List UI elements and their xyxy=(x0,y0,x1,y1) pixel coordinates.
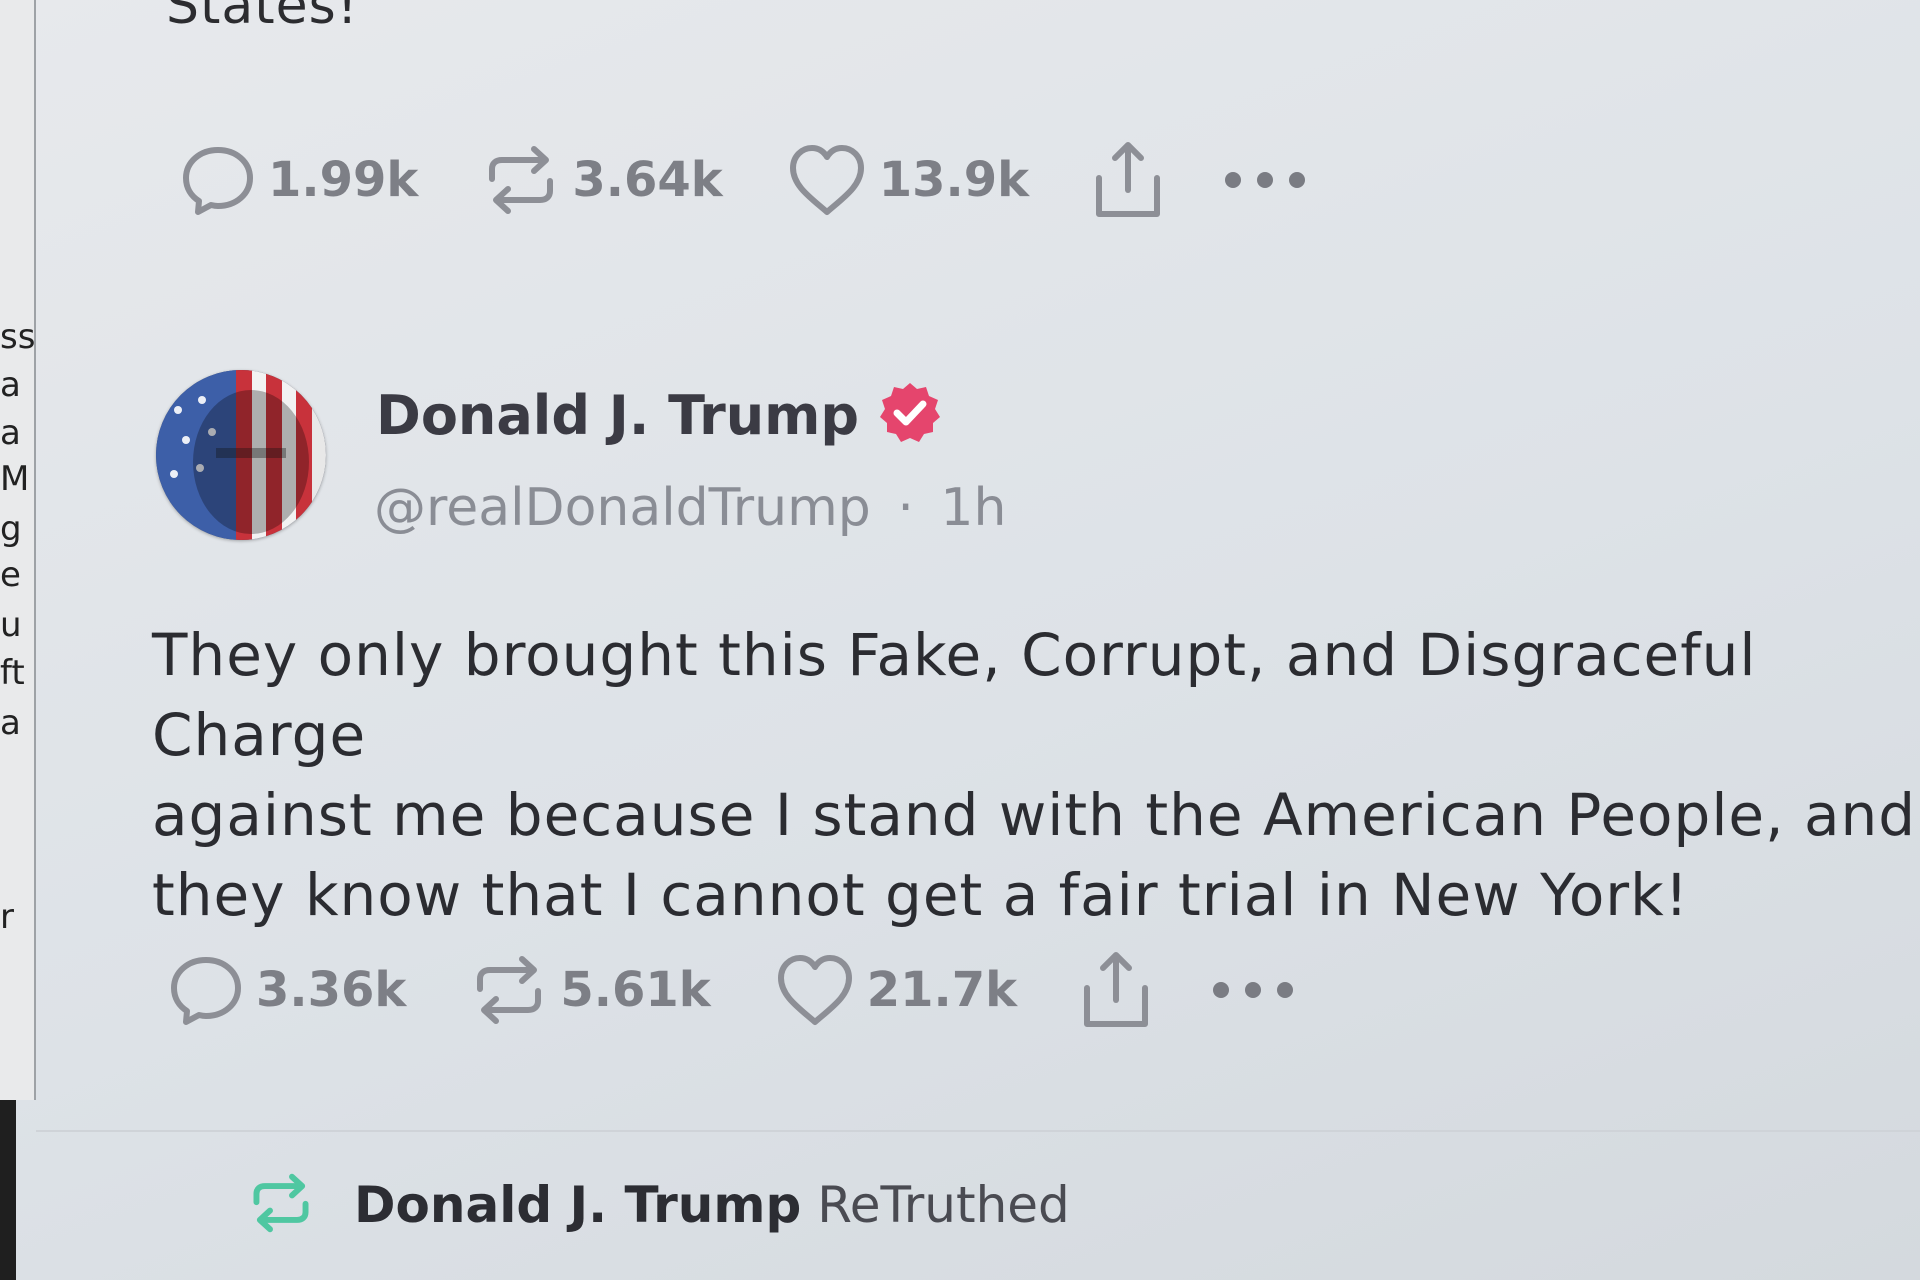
like-button[interactable]: 21.7k xyxy=(775,952,1017,1028)
avatar[interactable] xyxy=(156,370,326,540)
author-name[interactable]: Donald J. Trump xyxy=(376,384,859,447)
post-body: They only brought this Fake, Corrupt, an… xyxy=(152,621,1917,929)
more-dots-icon xyxy=(1223,170,1307,190)
previous-post-actions: 1.99k 3.64k 13.9k xyxy=(180,140,1307,220)
verified-badge-icon xyxy=(877,380,943,450)
like-count: 13.9k xyxy=(878,152,1030,208)
adjacent-window: ss a a M g e u ft a r xyxy=(0,0,36,1100)
feed: States! 1.99k 3.64k 13.9k Donald J. Trum… xyxy=(36,0,1920,1280)
share-button[interactable] xyxy=(1093,140,1163,220)
adjacent-window-text: a xyxy=(0,413,21,453)
more-dots-icon xyxy=(1211,980,1295,1000)
post-timestamp[interactable]: 1h xyxy=(940,478,1006,538)
screen: ss a a M g e u ft a r States! 1.99k 3.64… xyxy=(0,0,1920,1280)
share-upload-icon xyxy=(1093,140,1163,220)
reply-count: 1.99k xyxy=(268,152,419,208)
heart-icon xyxy=(775,952,855,1028)
retruth-arrows-icon xyxy=(248,1170,314,1240)
handle-row: @realDonaldTrump · 1h xyxy=(374,478,1006,538)
post-actions: 3.36k 5.61k 21.7k xyxy=(168,950,1295,1030)
speech-bubble-icon xyxy=(168,952,244,1028)
adjacent-window-text: u xyxy=(0,605,22,645)
reply-button[interactable]: 3.36k xyxy=(168,952,406,1028)
like-button[interactable]: 13.9k xyxy=(787,142,1029,218)
retruth-arrows-icon xyxy=(482,141,560,219)
retruth-arrows-icon xyxy=(470,951,548,1029)
handle-separator: · xyxy=(897,478,914,538)
retruth-banner: Donald J. Trump ReTruthed xyxy=(248,1170,1070,1240)
heart-icon xyxy=(787,142,867,218)
previous-post-text: States! xyxy=(166,0,359,36)
desktop-edge xyxy=(0,1100,16,1280)
adjacent-window-text: a xyxy=(0,703,21,743)
reply-button[interactable]: 1.99k xyxy=(180,142,418,218)
adjacent-window-text: ss xyxy=(0,317,36,357)
author-name-row: Donald J. Trump xyxy=(376,380,943,450)
adjacent-window-text: M xyxy=(0,459,30,499)
adjacent-window-text: r xyxy=(0,897,14,937)
post-divider xyxy=(36,1130,1920,1132)
like-count: 21.7k xyxy=(866,962,1018,1018)
adjacent-window-text: g xyxy=(0,509,22,549)
adjacent-window-text: ft xyxy=(0,653,25,693)
more-button[interactable] xyxy=(1223,170,1307,190)
adjacent-window-text: e xyxy=(0,555,21,595)
share-button[interactable] xyxy=(1081,950,1151,1030)
retruth-label: ReTruthed xyxy=(817,1176,1070,1234)
reply-count: 3.36k xyxy=(256,962,407,1018)
retruth-button[interactable]: 3.64k xyxy=(482,141,723,219)
retruth-author-name[interactable]: Donald J. Trump xyxy=(354,1176,801,1234)
speech-bubble-icon xyxy=(180,142,256,218)
retruth-count: 3.64k xyxy=(572,152,723,208)
share-upload-icon xyxy=(1081,950,1151,1030)
more-button[interactable] xyxy=(1211,980,1295,1000)
author-handle[interactable]: @realDonaldTrump xyxy=(374,478,871,538)
adjacent-window-text: a xyxy=(0,365,21,405)
retruth-count: 5.61k xyxy=(560,962,711,1018)
retruth-button[interactable]: 5.61k xyxy=(470,951,711,1029)
